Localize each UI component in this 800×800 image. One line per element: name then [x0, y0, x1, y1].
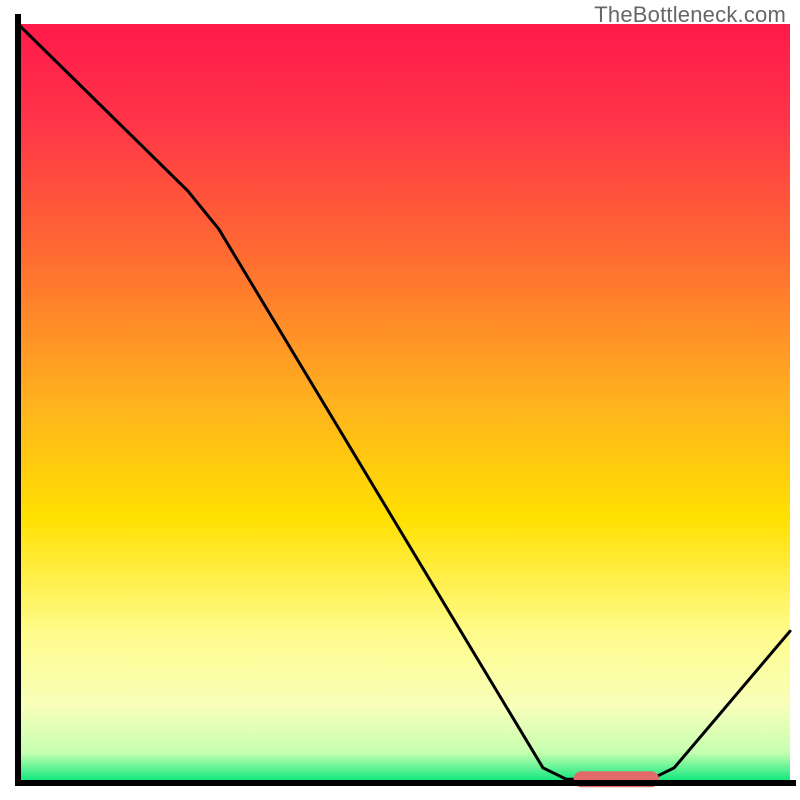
watermark-text: TheBottleneck.com: [594, 2, 786, 28]
chart-container: TheBottleneck.com: [0, 0, 800, 800]
bottleneck-chart: [0, 0, 800, 800]
plot-area: [18, 14, 796, 783]
